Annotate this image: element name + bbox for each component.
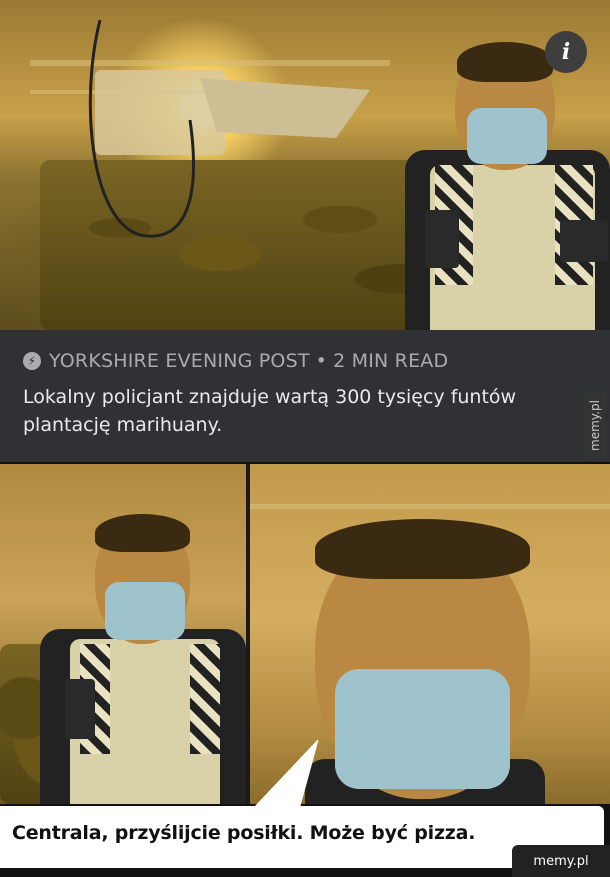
article-source: YORKSHIRE EVENING POST <box>49 350 310 372</box>
article-source-line: ⚡ YORKSHIRE EVENING POST • 2 MIN READ <box>23 350 448 372</box>
officer <box>40 514 246 804</box>
side-watermark: memy.pl <box>584 392 606 460</box>
info-icon[interactable]: i <box>545 31 587 73</box>
speech-bubble-text: Centrala, przyślijcie posiłki. Może być … <box>12 822 476 844</box>
lamp-cable <box>88 20 195 238</box>
article-headline[interactable]: Lokalny policjant znajduje wartą 300 tys… <box>23 383 563 439</box>
top-photo: i <box>0 0 610 330</box>
lamp-reflector <box>200 78 370 138</box>
bottom-watermark: memy.pl <box>512 845 610 877</box>
source-separator: • <box>315 350 328 372</box>
article-read-time: 2 MIN READ <box>333 350 449 372</box>
bubble-tail <box>249 740 319 812</box>
officer <box>405 40 610 330</box>
ceiling-pipe <box>250 504 610 509</box>
officer-closeup <box>305 519 545 804</box>
bolt-icon: ⚡ <box>23 352 41 370</box>
bottom-left-photo <box>0 464 246 804</box>
